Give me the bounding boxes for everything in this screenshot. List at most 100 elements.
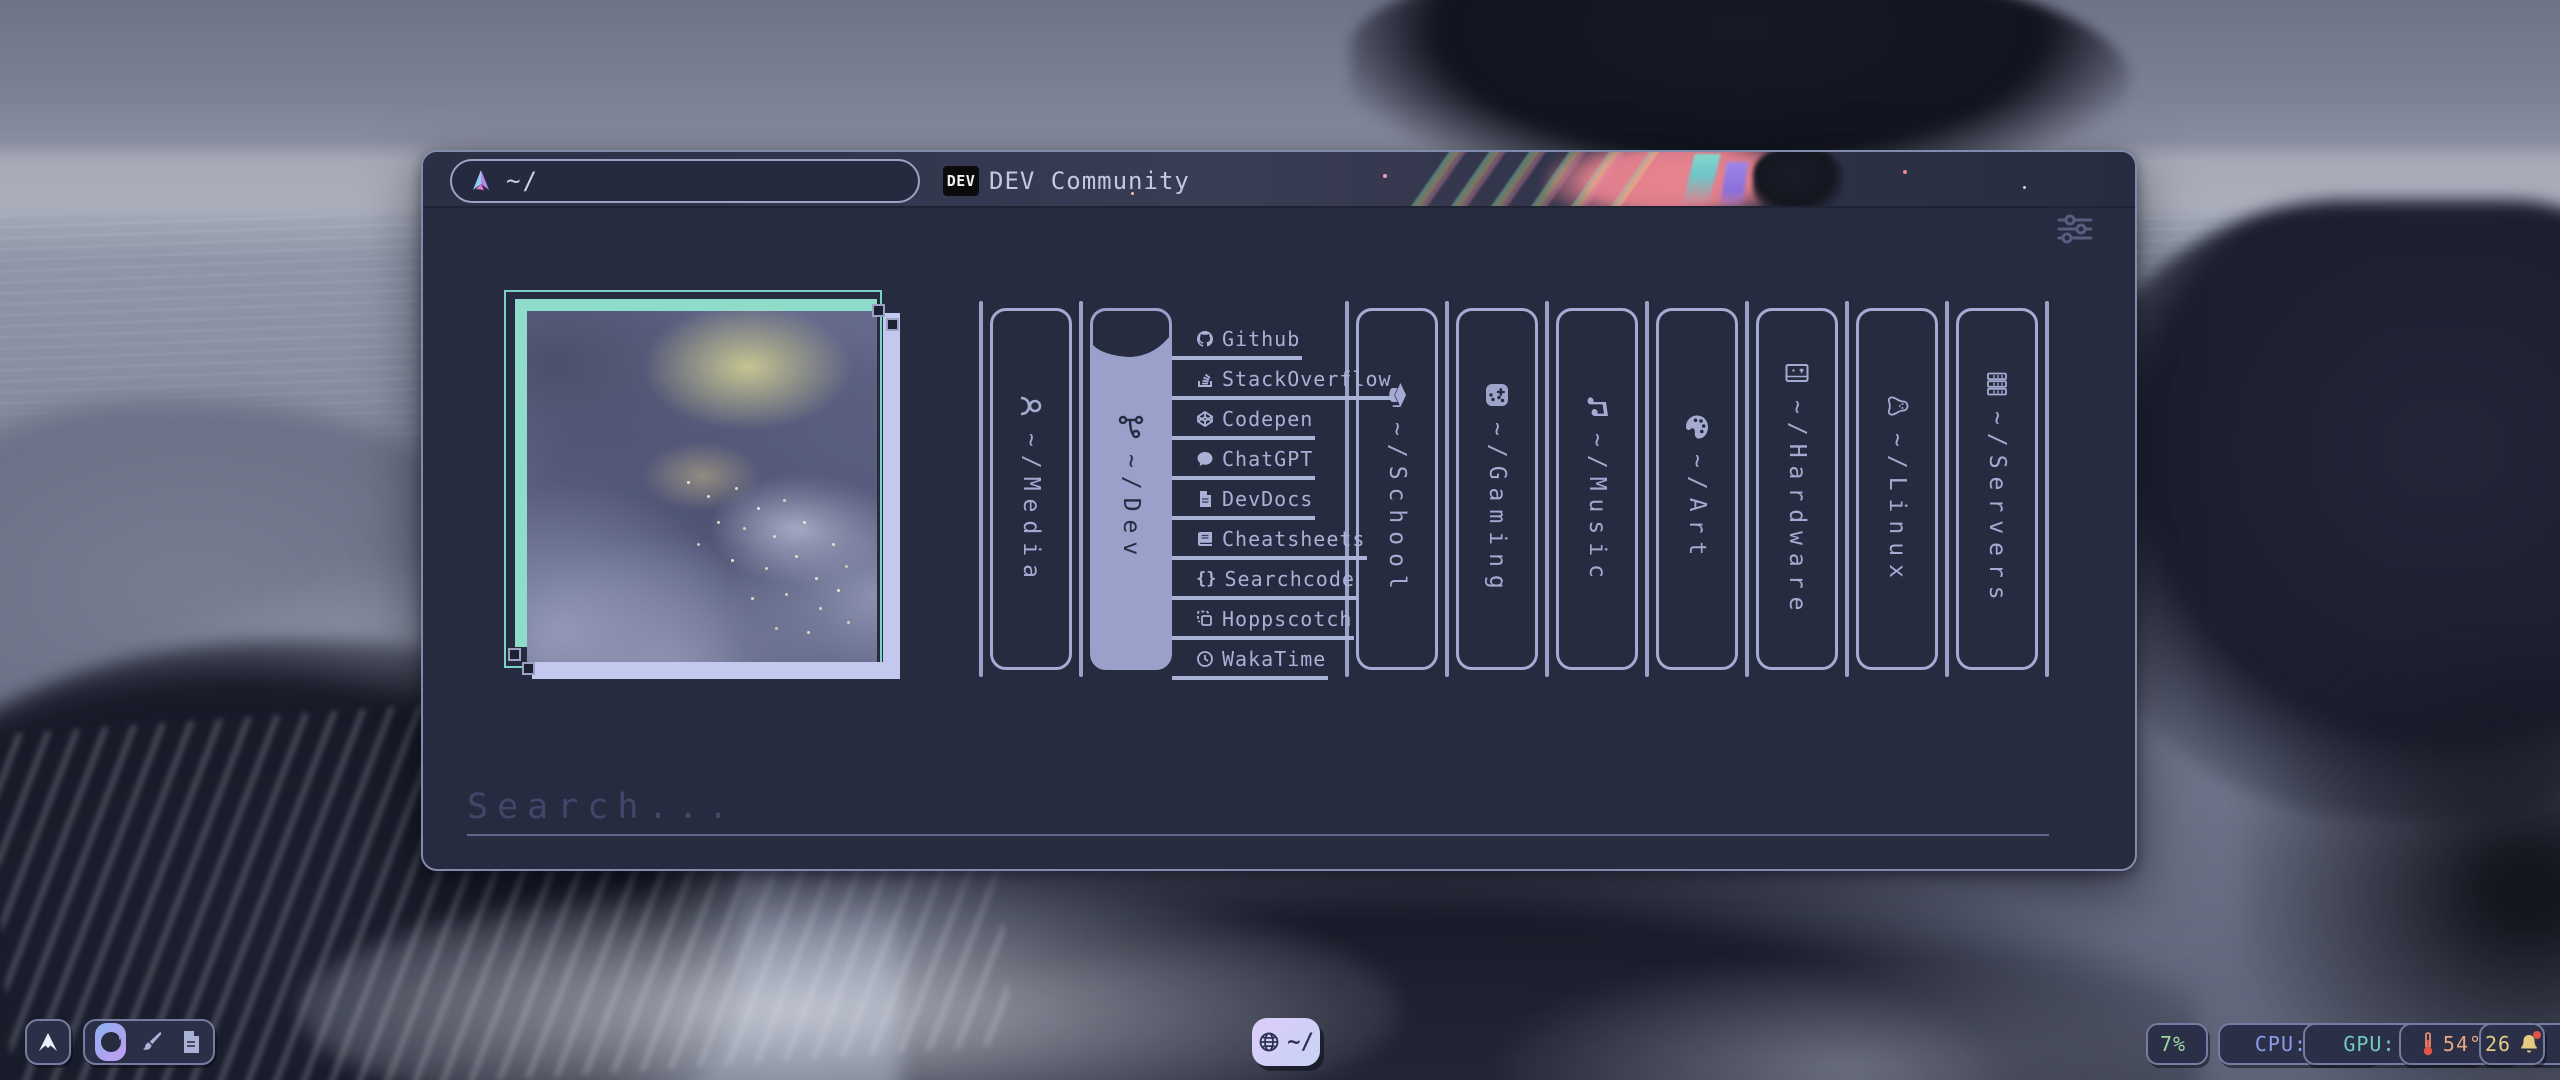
spine-music[interactable]: ~/Music (1556, 308, 1638, 670)
link-label: ChatGPT (1222, 447, 1313, 471)
artwork-teal-frame (515, 299, 877, 311)
launcher-arrow-icon (36, 1031, 60, 1053)
notification-count: 26 (2485, 1032, 2511, 1056)
link-label: StackOverflow (1222, 367, 1392, 391)
spine-label: ~/School (1384, 422, 1410, 597)
link-cheatsheets[interactable]: Cheatsheets (1172, 527, 1367, 560)
shelf-divider (1645, 301, 1649, 677)
shelf-divider (1845, 301, 1849, 677)
shelf-divider (979, 301, 983, 677)
spine-school[interactable]: ~/School (1356, 308, 1438, 670)
banner-sparkle (1383, 174, 1387, 178)
spine-media[interactable]: ~/Media (990, 308, 1072, 670)
gpu-label: GPU: (2343, 1032, 2395, 1056)
active-window-button[interactable]: ~/ (1252, 1018, 1320, 1066)
cpu-label: CPU: (2255, 1032, 2307, 1056)
spine-linux[interactable]: ~/Linux (1856, 308, 1938, 670)
server-rack-icon (1984, 371, 2010, 397)
paintbrush-icon[interactable] (140, 1027, 164, 1057)
sliders-icon[interactable] (2057, 214, 2093, 244)
link-chatgpt[interactable]: ChatGPT (1172, 447, 1315, 480)
cloud-painting-image (527, 311, 877, 662)
spine-dev[interactable]: ~/Dev (1090, 308, 1172, 670)
link-label: DevDocs (1222, 487, 1313, 511)
braces-icon: {} (1196, 569, 1216, 589)
banner-art (1403, 152, 1663, 208)
cloud-artwork (502, 280, 952, 720)
thermometer-icon (2421, 1031, 2435, 1057)
link-devdocs[interactable]: DevDocs (1172, 487, 1315, 520)
book-icon (1196, 530, 1214, 548)
document-icon (1196, 490, 1214, 508)
stackoverflow-icon (1196, 370, 1214, 388)
search-input[interactable] (467, 780, 2049, 836)
tab-title: DEV Community (989, 167, 1190, 195)
spine-gaming[interactable]: ~/Gaming (1456, 308, 1538, 670)
browser-window: DEV DEV Community ~/ (421, 150, 2137, 871)
spine-label: ~/Gaming (1484, 422, 1510, 597)
spine-label: ~/Dev (1118, 454, 1144, 563)
frame-handle (522, 662, 535, 675)
spine-hardware[interactable]: ~/Hardware (1756, 308, 1838, 670)
shelf-divider (1745, 301, 1749, 677)
git-branch-icon (1118, 414, 1144, 440)
startpage-logo-icon (468, 168, 494, 194)
banner-sparkle (2023, 186, 2026, 189)
bookshelf: ~/Media ~/Dev Github (979, 300, 2049, 678)
copy-boxes-icon (1196, 610, 1214, 628)
frame-handle (508, 648, 521, 661)
frame-handle (872, 304, 885, 317)
spine-servers[interactable]: ~/Servers (1956, 308, 2038, 670)
star-dots (687, 481, 690, 484)
notification-dot (2533, 1031, 2541, 1039)
pc-case-icon (1784, 360, 1810, 386)
dock (83, 1019, 215, 1065)
artwork-lavender-frame (883, 313, 900, 679)
desktop: DEV DEV Community ~/ (0, 0, 2560, 1080)
link-label: Codepen (1222, 407, 1313, 431)
palette-icon (1684, 414, 1710, 440)
shelf-divider (1079, 301, 1083, 677)
tab-favicon-dev: DEV (943, 166, 979, 196)
link-stackoverflow[interactable]: StackOverflow (1172, 367, 1394, 400)
file-icon[interactable] (179, 1027, 203, 1057)
gamepad-icon (1484, 382, 1510, 408)
link-label: Github (1222, 327, 1300, 351)
artwork-lavender-frame (532, 662, 900, 679)
spine-label: ~/Servers (1984, 411, 2010, 608)
spine-label: ~/Media (1018, 433, 1044, 586)
battery-widget[interactable]: 7% (2146, 1023, 2208, 1065)
user-icon (1018, 393, 1044, 419)
link-hoppscotch[interactable]: Hoppscotch (1172, 607, 1354, 640)
wallpaper-rock (900, 860, 2200, 1080)
link-github[interactable]: Github (1172, 327, 1302, 360)
link-searchcode[interactable]: {} Searchcode (1172, 567, 1357, 600)
url-bar[interactable]: ~/ (450, 159, 920, 203)
link-label: WakaTime (1222, 647, 1326, 671)
spine-label: ~/Art (1684, 454, 1710, 563)
link-label: Searchcode (1224, 567, 1354, 591)
notifications-widget[interactable]: 26 (2479, 1023, 2545, 1065)
shelf-divider (1945, 301, 1949, 677)
spine-label: ~/Linux (1884, 433, 1910, 586)
github-icon (1196, 330, 1214, 348)
music-note-icon (1584, 393, 1610, 419)
shelf-divider (2045, 301, 2049, 677)
launcher-button[interactable] (25, 1019, 71, 1065)
tux-icon (1884, 393, 1910, 419)
spine-art[interactable]: ~/Art (1656, 308, 1738, 670)
firefox-icon[interactable] (95, 1023, 126, 1061)
codepen-icon (1196, 410, 1214, 428)
link-codepen[interactable]: Codepen (1172, 407, 1315, 440)
wallpaper-foam (300, 880, 1400, 1080)
shelf-divider (1445, 301, 1449, 677)
spine-label: ~/Music (1584, 433, 1610, 586)
link-wakatime[interactable]: WakaTime (1172, 647, 1328, 680)
frame-handle (886, 318, 899, 331)
banner-sparkle (1903, 170, 1907, 174)
url-value: ~/ (506, 167, 539, 195)
shelf-divider (1545, 301, 1549, 677)
link-label: Hoppscotch (1222, 607, 1352, 631)
banner-art (1753, 152, 1843, 208)
spine-liquid-top (1093, 311, 1169, 361)
